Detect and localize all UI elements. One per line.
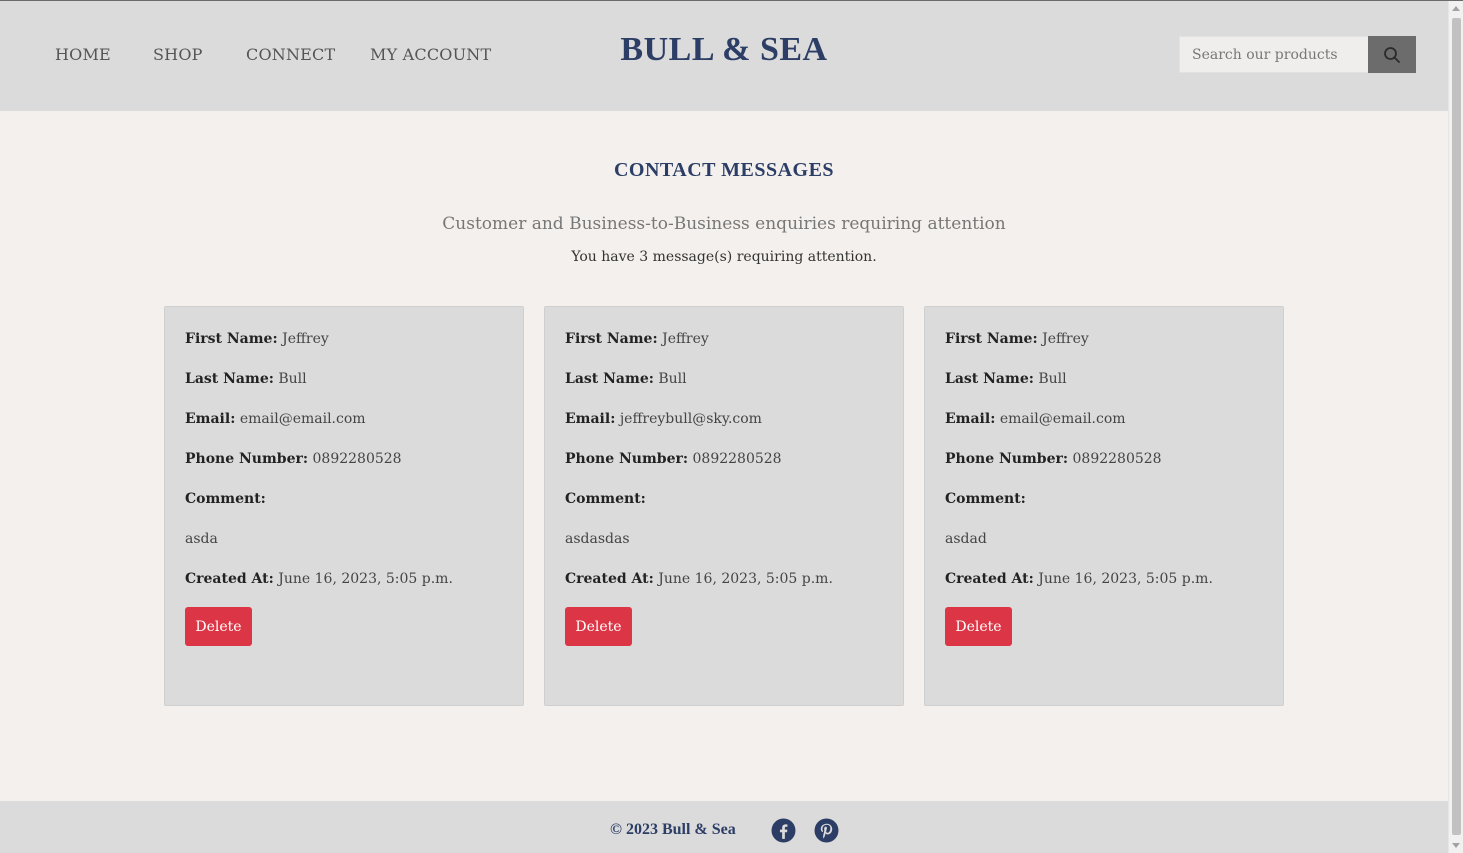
- phone-value: 0892280528: [692, 451, 782, 467]
- phone-row: Phone Number: 0892280528: [945, 451, 1162, 467]
- page-scrollbar[interactable]: [1448, 1, 1463, 853]
- last-name-value: Bull: [658, 371, 687, 387]
- email-value: email@email.com: [239, 411, 366, 427]
- created-label: Created At:: [185, 571, 274, 587]
- last-name-label: Last Name:: [185, 371, 274, 387]
- created-label: Created At:: [565, 571, 654, 587]
- search-input[interactable]: [1179, 36, 1368, 73]
- last-name-row: Last Name: Bull: [185, 371, 307, 387]
- delete-button[interactable]: Delete: [565, 607, 632, 646]
- last-name-label: Last Name:: [565, 371, 654, 387]
- page-subtitle: Customer and Business-to-Business enquir…: [442, 214, 1006, 234]
- phone-value: 0892280528: [312, 451, 402, 467]
- last-name-value: Bull: [1038, 371, 1067, 387]
- comment-label-row: Comment:: [945, 491, 1026, 507]
- facebook-icon[interactable]: [771, 818, 796, 843]
- first-name-row: First Name: Jeffrey: [945, 331, 1089, 347]
- first-name-label: First Name:: [185, 331, 278, 347]
- comment-label-row: Comment:: [185, 491, 266, 507]
- first-name-label: First Name:: [565, 331, 658, 347]
- email-value: jeffreybull@sky.com: [619, 411, 762, 427]
- scroll-down-arrow[interactable]: [1452, 843, 1460, 848]
- scroll-up-arrow[interactable]: [1452, 6, 1460, 11]
- phone-label: Phone Number:: [945, 451, 1069, 467]
- created-value: June 16, 2023, 5:05 p.m.: [658, 571, 833, 587]
- search-icon: [1384, 46, 1400, 63]
- created-label: Created At:: [945, 571, 1034, 587]
- email-label: Email:: [945, 411, 996, 427]
- page-title: CONTACT MESSAGES: [613, 159, 835, 181]
- email-row: Email: jeffreybull@sky.com: [565, 411, 762, 427]
- first-name-value: Jeffrey: [1042, 331, 1089, 347]
- email-label: Email:: [565, 411, 616, 427]
- comment-label: Comment:: [565, 491, 646, 507]
- comment-label-row: Comment:: [565, 491, 646, 507]
- phone-row: Phone Number: 0892280528: [185, 451, 402, 467]
- last-name-row: Last Name: Bull: [565, 371, 687, 387]
- scroll-thumb[interactable]: [1452, 18, 1461, 835]
- delete-button[interactable]: Delete: [185, 607, 252, 646]
- last-name-label: Last Name:: [945, 371, 1034, 387]
- phone-label: Phone Number:: [565, 451, 689, 467]
- first-name-label: First Name:: [945, 331, 1038, 347]
- created-row: Created At: June 16, 2023, 5:05 p.m.: [185, 571, 453, 587]
- created-value: June 16, 2023, 5:05 p.m.: [1038, 571, 1213, 587]
- email-label: Email:: [185, 411, 236, 427]
- created-row: Created At: June 16, 2023, 5:05 p.m.: [945, 571, 1213, 587]
- phone-label: Phone Number:: [185, 451, 309, 467]
- email-row: Email: email@email.com: [185, 411, 366, 427]
- message-card: First Name: Jeffrey Last Name: Bull Emai…: [924, 306, 1284, 706]
- email-row: Email: email@email.com: [945, 411, 1126, 427]
- comment-value: asda: [185, 531, 218, 547]
- delete-button[interactable]: Delete: [945, 607, 1012, 646]
- phone-value: 0892280528: [1072, 451, 1162, 467]
- copyright-text: © 2023 Bull & Sea: [610, 821, 736, 838]
- search-form: [1179, 36, 1416, 73]
- page: HOME SHOP CONNECT MY ACCOUNT BULL & SEA …: [0, 1, 1448, 853]
- created-row: Created At: June 16, 2023, 5:05 p.m.: [565, 571, 833, 587]
- last-name-row: Last Name: Bull: [945, 371, 1067, 387]
- pinterest-icon[interactable]: [814, 818, 839, 843]
- comment-label: Comment:: [185, 491, 266, 507]
- message-card: First Name: Jeffrey Last Name: Bull Emai…: [544, 306, 904, 706]
- phone-row: Phone Number: 0892280528: [565, 451, 782, 467]
- first-name-row: First Name: Jeffrey: [565, 331, 709, 347]
- message-count: You have 3 message(s) requiring attentio…: [571, 249, 877, 265]
- last-name-value: Bull: [278, 371, 307, 387]
- site-footer: © 2023 Bull & Sea: [0, 801, 1448, 853]
- search-button[interactable]: [1368, 36, 1416, 73]
- comment-value: asdad: [945, 531, 987, 547]
- email-value: email@email.com: [999, 411, 1126, 427]
- comment-value: asdasdas: [565, 531, 630, 547]
- first-name-row: First Name: Jeffrey: [185, 331, 329, 347]
- site-header: HOME SHOP CONNECT MY ACCOUNT BULL & SEA: [0, 1, 1448, 111]
- first-name-value: Jeffrey: [282, 331, 329, 347]
- message-card: First Name: Jeffrey Last Name: Bull Emai…: [164, 306, 524, 706]
- first-name-value: Jeffrey: [662, 331, 709, 347]
- created-value: June 16, 2023, 5:05 p.m.: [278, 571, 453, 587]
- comment-label: Comment:: [945, 491, 1026, 507]
